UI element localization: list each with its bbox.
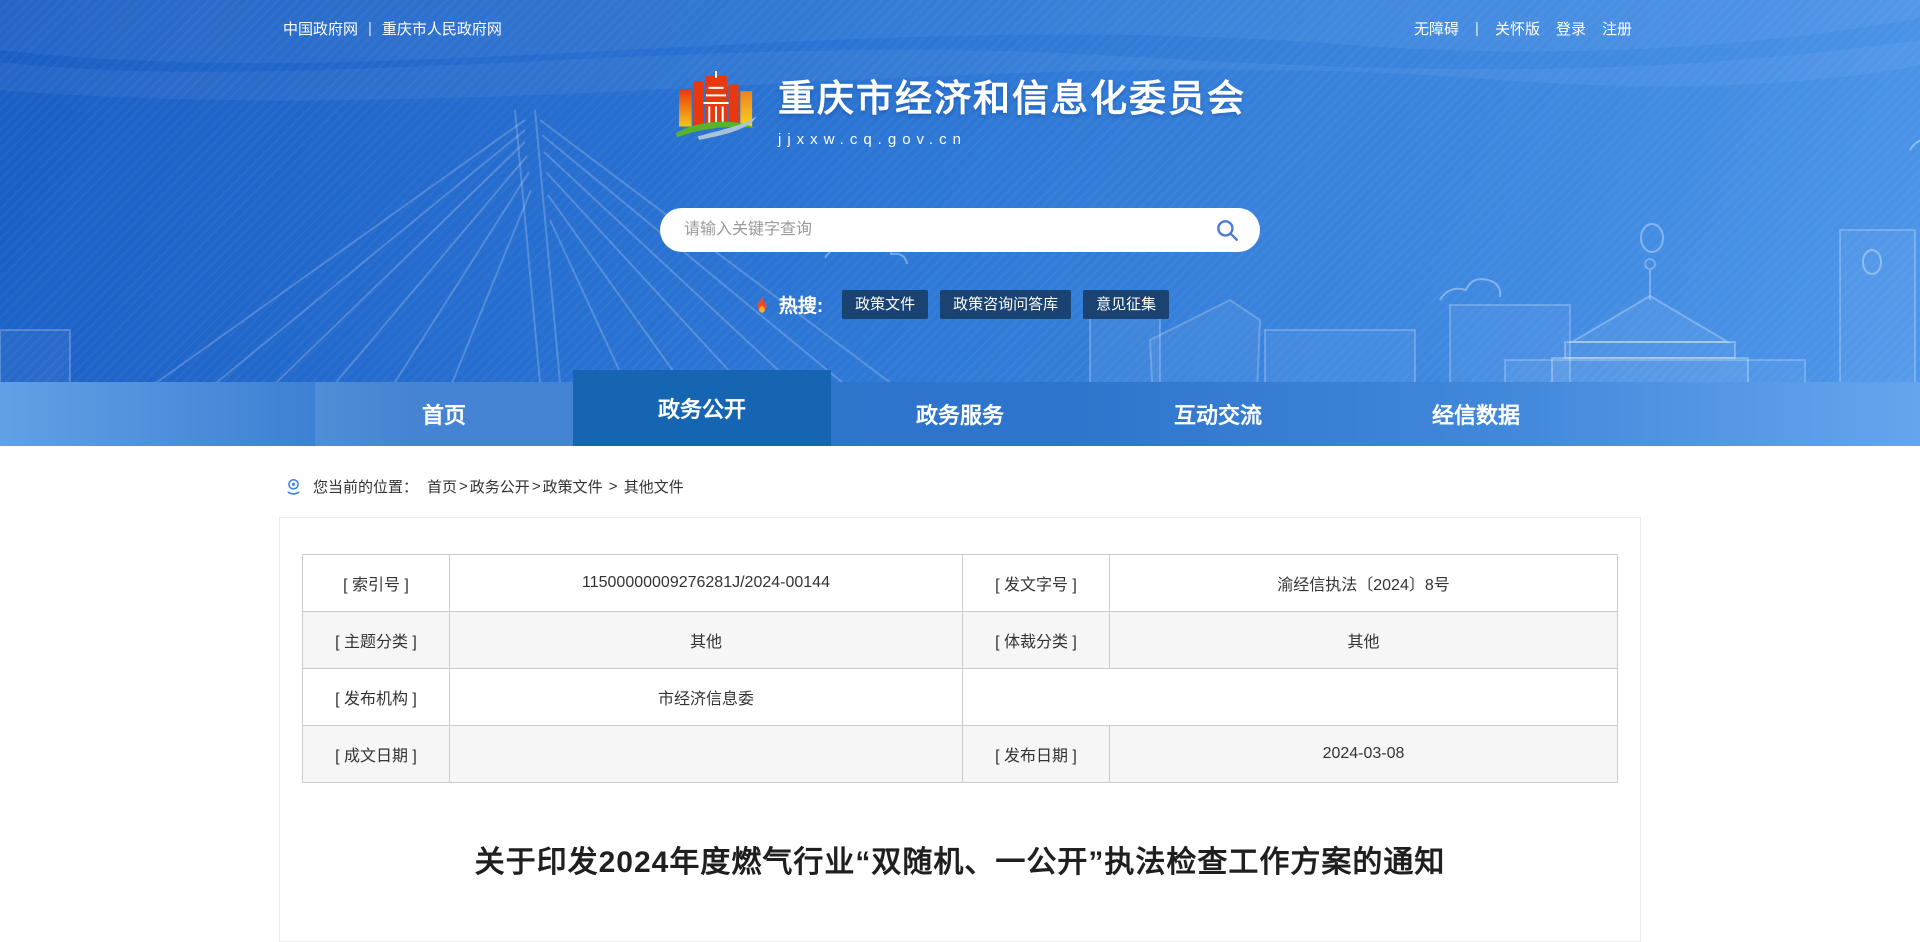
divider: | (1475, 20, 1479, 37)
hot-search-row: 热搜: 政策文件政策咨询问答库意见征集 (0, 290, 1920, 319)
meta-row: [ 索引号 ]11500000009276281J/2024-00144[ 发文… (303, 555, 1618, 612)
magnifier-icon (1214, 217, 1240, 243)
breadcrumb-separator: > (532, 478, 541, 495)
meta-row: [ 发布机构 ]市经济信息委 (303, 669, 1618, 726)
divider: | (368, 20, 372, 37)
breadcrumb-link[interactable]: 首页 (427, 476, 457, 497)
breadcrumb: 您当前的位置： 首页>政务公开>政策文件 > 其他文件 (283, 476, 1920, 497)
top-link[interactable]: 登录 (1556, 18, 1586, 39)
nav-tab-interaction[interactable]: 互动交流 (1089, 382, 1347, 446)
search-button[interactable] (1210, 213, 1244, 247)
meta-label-cell: [ 索引号 ] (303, 555, 450, 612)
meta-label-cell: [ 主题分类 ] (303, 612, 450, 669)
meta-value-cell: 其他 (1110, 612, 1618, 669)
breadcrumb-prefix: 您当前的位置： (313, 476, 418, 497)
meta-value-cell: 其他 (450, 612, 963, 669)
top-link[interactable]: 注册 (1602, 18, 1632, 39)
nav-tab-jingxin-data[interactable]: 经信数据 (1347, 382, 1605, 446)
meta-label-cell: [ 发布日期 ] (963, 726, 1110, 783)
main-nav: 首页政务公开政务服务互动交流经信数据 (0, 382, 1920, 446)
flame-icon (751, 294, 773, 316)
search-bar (660, 208, 1260, 252)
meta-value-cell: 市经济信息委 (450, 669, 963, 726)
breadcrumb-path: 首页>政务公开>政策文件 > 其他文件 (427, 476, 684, 497)
hot-search-button[interactable]: 政策咨询问答库 (940, 290, 1071, 319)
doc-meta-table: [ 索引号 ]11500000009276281J/2024-00144[ 发文… (302, 554, 1618, 783)
site-url: jjxxw.cq.gov.cn (778, 131, 1246, 148)
utility-topbar: 中国政府网 | 重庆市人民政府网 无障碍 | 关怀版登录注册 (0, 18, 1920, 42)
top-link[interactable]: 无障碍 (1414, 18, 1459, 39)
hot-search-button[interactable]: 意见征集 (1083, 290, 1169, 319)
breadcrumb-link[interactable]: 政务公开 (470, 476, 530, 497)
chongqing-emblem-icon[interactable] (674, 66, 758, 150)
topbar-left-links: 中国政府网 | 重庆市人民政府网 (283, 18, 502, 39)
meta-label-cell: [ 发布机构 ] (303, 669, 450, 726)
meta-label-cell: [ 体裁分类 ] (963, 612, 1110, 669)
meta-row: [ 主题分类 ]其他[ 体裁分类 ]其他 (303, 612, 1618, 669)
site-title: 重庆市经济和信息化委员会 (778, 68, 1246, 122)
breadcrumb-link[interactable]: 政策文件 (543, 476, 603, 497)
document-card: [ 索引号 ]11500000009276281J/2024-00144[ 发文… (279, 517, 1641, 942)
meta-value-cell: 渝经信执法〔2024〕8号 (1110, 555, 1618, 612)
meta-value-cell (963, 669, 1618, 726)
top-link[interactable]: 重庆市人民政府网 (382, 18, 502, 39)
nav-tab-gov-open[interactable]: 政务公开 (573, 370, 831, 446)
site-banner: 中国政府网 | 重庆市人民政府网 无障碍 | 关怀版登录注册 (0, 0, 1920, 446)
meta-row: [ 成文日期 ] [ 发布日期 ]2024-03-08 (303, 726, 1618, 783)
meta-label-cell: [ 成文日期 ] (303, 726, 450, 783)
meta-value-cell: 11500000009276281J/2024-00144 (450, 555, 963, 612)
nav-tab-home[interactable]: 首页 (315, 382, 573, 446)
location-pin-icon (283, 476, 304, 497)
meta-value-cell: 2024-03-08 (1110, 726, 1618, 783)
nav-tab-gov-service[interactable]: 政务服务 (831, 382, 1089, 446)
breadcrumb-link[interactable]: 其他文件 (624, 476, 684, 497)
hot-search-label: 热搜: (751, 291, 823, 318)
hot-search-button[interactable]: 政策文件 (842, 290, 928, 319)
document-title: 关于印发2024年度燃气行业“双随机、一公开”执法检查工作方案的通知 (302, 837, 1618, 881)
topbar-right-links: 无障碍 | 关怀版登录注册 (1414, 18, 1632, 39)
top-link[interactable]: 关怀版 (1495, 18, 1540, 39)
search-input[interactable] (682, 220, 1210, 240)
meta-value-cell (450, 726, 963, 783)
breadcrumb-separator: > (605, 478, 622, 495)
hot-search-buttons: 政策文件政策咨询问答库意见征集 (842, 290, 1169, 319)
meta-label-cell: [ 发文字号 ] (963, 555, 1110, 612)
masthead: 重庆市经济和信息化委员会 jjxxw.cq.gov.cn (0, 66, 1920, 150)
top-link[interactable]: 中国政府网 (283, 18, 358, 39)
breadcrumb-separator: > (459, 478, 468, 495)
